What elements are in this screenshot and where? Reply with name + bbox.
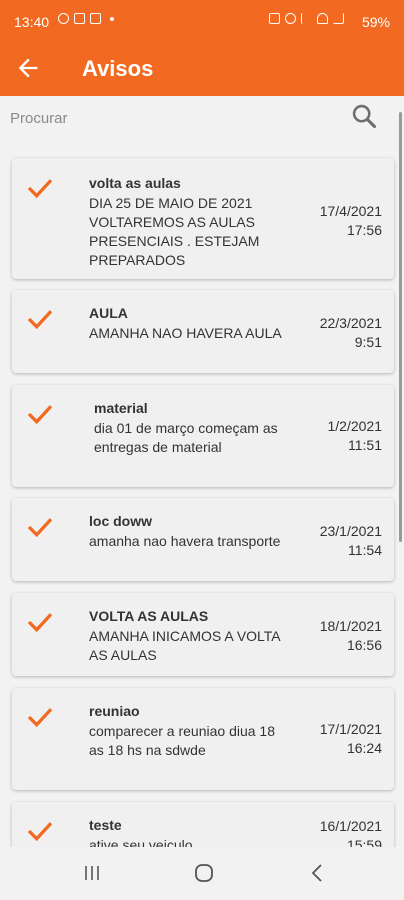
alarm-icon	[285, 13, 296, 24]
check-icon	[27, 405, 53, 425]
notice-date: 17/4/2021	[319, 203, 382, 219]
notice-title: volta as aulas	[89, 175, 181, 191]
notice-card[interactable]: teste ative seu veiculo 16/1/2021 15:59	[12, 802, 394, 847]
notice-card[interactable]: AULA AMANHA NAO HAVERA AULA 22/3/2021 9:…	[12, 290, 394, 373]
search-input[interactable]	[10, 106, 330, 130]
notice-message: dia 01 de março começam as entregas de m…	[94, 420, 278, 455]
notice-title: reuniao	[89, 703, 140, 719]
check-icon	[27, 518, 53, 538]
notice-title: material	[94, 400, 148, 416]
status-time: 13:40	[14, 14, 50, 30]
status-bar: 13:40 59%	[0, 0, 404, 44]
back-nav-icon[interactable]	[306, 861, 330, 885]
notice-time: 17:56	[346, 222, 382, 238]
check-icon	[27, 822, 53, 842]
app-bar: Avisos	[0, 44, 404, 96]
lock-icon	[269, 13, 280, 24]
search-bar	[0, 96, 404, 142]
notification-icons	[58, 13, 114, 24]
arrow-left-icon[interactable]	[14, 54, 42, 82]
check-icon	[27, 310, 53, 330]
notice-card[interactable]: VOLTA AS AULAS AMANHA INICAMOS A VOLTA A…	[12, 593, 394, 676]
notice-title: AULA	[89, 305, 128, 321]
notice-message: ative seu veiculo	[89, 837, 193, 847]
notice-time: 9:51	[354, 334, 382, 350]
navigation-bar	[0, 847, 404, 900]
notice-card[interactable]: loc doww amanha nao havera transporte 23…	[12, 498, 394, 581]
notice-message: amanha nao havera transporte	[89, 533, 281, 549]
page-title: Avisos	[82, 56, 154, 81]
notice-card[interactable]: reuniao comparecer a reuniao diua 18 as …	[12, 688, 394, 790]
notice-date: 16/1/2021	[319, 818, 382, 834]
notice-date: 1/2/2021	[327, 418, 383, 434]
signal-icon	[333, 13, 344, 24]
search-icon[interactable]	[350, 102, 378, 130]
mute-icon	[301, 13, 312, 24]
notice-time: 16:24	[346, 740, 382, 756]
notice-time: 15:59	[346, 837, 382, 847]
notice-title: teste	[89, 817, 122, 833]
notice-title: loc doww	[89, 513, 152, 529]
battery-level: 59%	[361, 14, 390, 30]
notice-list: volta as aulas DIA 25 DE MAIO DE 2021 VO…	[0, 142, 404, 847]
notice-message: AMANHA INICAMOS A VOLTA AS AULAS	[89, 628, 280, 663]
scrollbar[interactable]	[399, 112, 402, 542]
message-icon	[90, 13, 101, 24]
more-notifications-icon	[110, 16, 114, 21]
notice-date: 18/1/2021	[319, 618, 382, 634]
notice-date: 23/1/2021	[319, 523, 382, 539]
notice-message: comparecer a reuniao diua 18 as 18 hs na…	[89, 723, 276, 758]
notice-time: 16:56	[346, 637, 382, 653]
notice-time: 11:51	[348, 437, 382, 453]
notice-date: 22/3/2021	[319, 315, 382, 331]
home-icon[interactable]	[192, 861, 216, 885]
check-icon	[27, 708, 53, 728]
notice-time: 11:54	[348, 542, 382, 558]
mail-icon	[74, 13, 85, 24]
recent-apps-icon[interactable]	[80, 861, 104, 885]
notice-message: DIA 25 DE MAIO DE 2021 VOLTAREMOS AS AUL…	[89, 195, 260, 268]
notice-card[interactable]: material dia 01 de março começam as entr…	[12, 385, 394, 487]
notice-message: AMANHA NAO HAVERA AULA	[89, 325, 282, 341]
system-icons	[269, 13, 344, 24]
notice-date: 17/1/2021	[319, 721, 382, 737]
notice-card[interactable]: volta as aulas DIA 25 DE MAIO DE 2021 VO…	[12, 158, 394, 279]
check-icon	[27, 179, 53, 199]
wifi-icon	[317, 13, 328, 24]
facebook-icon	[58, 13, 69, 24]
notice-title: VOLTA AS AULAS	[89, 608, 209, 624]
check-icon	[27, 613, 53, 633]
